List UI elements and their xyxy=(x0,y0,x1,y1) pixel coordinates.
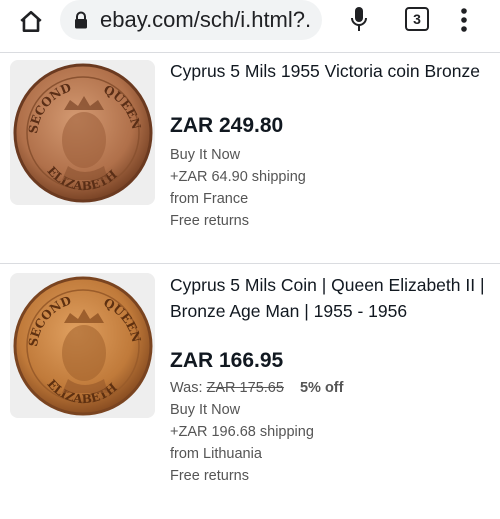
original-price: ZAR 175.65 xyxy=(206,380,284,396)
listing-shipping: +ZAR 196.68 shipping xyxy=(170,424,314,440)
listing-returns: Free returns xyxy=(170,213,249,229)
tab-switcher-button[interactable]: 3 xyxy=(405,7,429,31)
listing-title[interactable]: Cyprus 5 Mils 1955 Victoria coin Bronze xyxy=(170,58,500,84)
listing-image[interactable]: QUEEN SECOND ELIZABETH xyxy=(10,60,155,205)
browser-toolbar: ebay.com/sch/i.html?. 3 xyxy=(0,0,500,46)
coin-image: QUEEN SECOND ELIZABETH xyxy=(13,276,152,415)
listing-item[interactable]: QUEEN SECOND ELIZABETH Cyprus 5 Mils Coi… xyxy=(0,264,500,519)
listing-returns: Free returns xyxy=(170,468,249,484)
listing-was-price: Was: ZAR 175.65 5% off xyxy=(170,377,500,399)
address-bar[interactable]: ebay.com/sch/i.html?. xyxy=(60,0,322,40)
listing-price: ZAR 249.80 xyxy=(170,114,284,137)
listing-location: from France xyxy=(170,191,249,207)
more-vert-icon[interactable] xyxy=(458,5,470,35)
coin-image: QUEEN SECOND ELIZABETH xyxy=(13,63,152,202)
url-text: ebay.com/sch/i.html?. xyxy=(100,8,312,32)
home-icon xyxy=(20,10,42,32)
listing-location: from Lithuania xyxy=(170,446,262,462)
listing-title-line-2[interactable]: Bronze Age Man | 1955 - 1956 xyxy=(170,298,500,324)
listing-format: Buy It Now xyxy=(170,402,241,418)
listing-price: ZAR 166.95 xyxy=(170,349,284,372)
discount-badge: 5% off xyxy=(299,380,344,396)
was-label: Was: xyxy=(170,380,203,396)
lock-icon xyxy=(75,11,87,29)
listing-info: Cyprus 5 Mils 1955 Victoria coin Bronze … xyxy=(170,58,500,232)
listing-title-line-1[interactable]: Cyprus 5 Mils Coin | Queen Elizabeth II … xyxy=(170,272,500,298)
home-button[interactable] xyxy=(16,7,46,37)
listing-shipping: +ZAR 64.90 shipping xyxy=(170,169,306,185)
toolbar-divider xyxy=(0,52,500,53)
listing-item[interactable]: QUEEN SECOND ELIZABETH Cyprus 5 Mils 195… xyxy=(0,54,500,259)
listing-info: Cyprus 5 Mils Coin | Queen Elizabeth II … xyxy=(170,272,500,487)
listing-image[interactable]: QUEEN SECOND ELIZABETH xyxy=(10,273,155,418)
mic-icon[interactable] xyxy=(350,6,368,34)
listing-format: Buy It Now xyxy=(170,147,241,163)
